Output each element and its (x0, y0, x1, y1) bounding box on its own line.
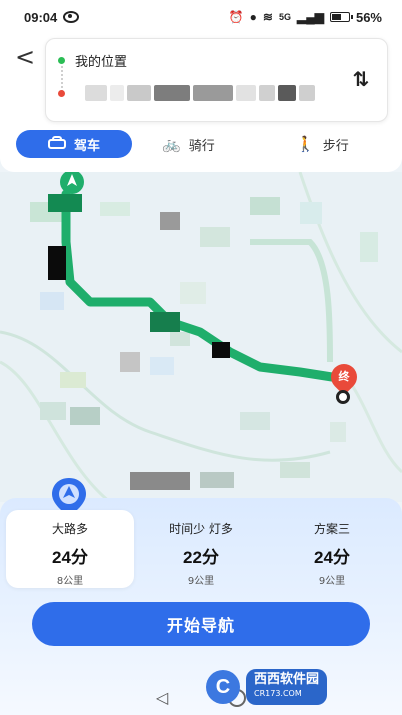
tab-drive[interactable]: 驾车 (16, 130, 132, 158)
plan-distance: 9公里 (318, 576, 346, 587)
clock: 09:04 (24, 9, 58, 25)
start-dot-icon (58, 57, 65, 64)
start-point-label: 我的位置 (75, 55, 128, 70)
network-label: 5G (278, 12, 291, 22)
watermark: C 西西软件园 CR173.COM (206, 666, 386, 708)
car-icon (47, 136, 66, 149)
plan-time: 24分 (314, 548, 350, 567)
swap-icon[interactable]: ⇅ (347, 65, 375, 93)
watermark-name: 西西软件园 (254, 672, 320, 687)
plan-distance: 9公里 (187, 576, 215, 587)
watermark-logo: C (206, 670, 240, 704)
plan-name: 大路多 (51, 522, 88, 536)
tab-walk-label: 步行 (322, 138, 349, 154)
destination-redacted (85, 85, 315, 101)
end-marker-label: 终 (338, 370, 350, 383)
route-input-card: 我的位置 ⇅ (45, 38, 388, 122)
end-point-row[interactable] (58, 85, 348, 101)
plan-name: 时间少 灯多 (169, 522, 233, 536)
start-navigation-button[interactable]: 开始导航 (32, 602, 370, 646)
nav-back-icon[interactable]: ◁ (156, 688, 168, 707)
battery-percent: 56% (355, 9, 382, 25)
plan-time: 24分 (52, 548, 88, 567)
status-bar: 09:04 ⏰ ● ≋ 5G ▂▄▆ 56% (0, 0, 402, 34)
end-dot-icon (58, 89, 65, 97)
bicycle-icon: 🚲 (162, 135, 181, 153)
watermark-url: CR173.COM (254, 689, 302, 698)
tab-walk[interactable]: 🚶 步行 (296, 130, 349, 158)
route-plans: 大路多 24分 8公里 时间少 灯多 22分 9公里 方案三 24分 9公里 (6, 510, 396, 590)
signal-icon: ▂▄▆ (297, 10, 324, 24)
battery-icon (329, 12, 353, 22)
plan-option-3[interactable]: 方案三 24分 9公里 (268, 510, 396, 588)
walk-icon: 🚶 (296, 135, 315, 153)
plan-name: 方案三 (313, 522, 350, 536)
alarm-icon: ⏰ (228, 10, 244, 24)
route-panel: < 我的位置 ⇅ 驾车 🚲 骑行 🚶 步行 (0, 34, 402, 172)
plan-time: 22分 (183, 548, 219, 567)
end-marker: 终 (325, 358, 363, 404)
map-canvas (0, 172, 402, 502)
travel-mode-tabs: 驾车 🚲 骑行 🚶 步行 (0, 130, 402, 160)
start-point-row[interactable]: 我的位置 (58, 51, 127, 70)
tab-drive-label: 驾车 (73, 138, 100, 154)
eye-icon (63, 11, 80, 23)
tab-bike[interactable]: 🚲 骑行 (162, 130, 215, 158)
tab-bike-label: 骑行 (188, 138, 215, 154)
back-icon[interactable]: < (12, 43, 38, 71)
location-icon: ● (249, 10, 257, 24)
plan-option-1[interactable]: 大路多 24分 8公里 (6, 510, 134, 588)
plan-option-2[interactable]: 时间少 灯多 22分 9公里 (137, 510, 265, 588)
watermark-text: 西西软件园 CR173.COM (246, 669, 328, 705)
wifi-icon: ≋ (262, 10, 273, 24)
map-view[interactable]: 终 (0, 172, 402, 502)
plan-distance: 8公里 (56, 576, 84, 587)
